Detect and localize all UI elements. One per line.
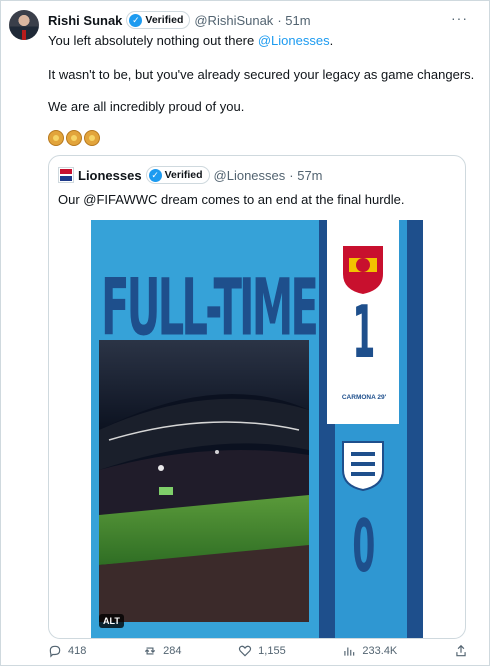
lion-emoji-icon [48, 130, 64, 146]
quoted-author-name[interactable]: Lionesses [78, 168, 142, 183]
quoted-tweet[interactable]: Lionesses ✓ Verified @Lionesses · 57m Ou… [48, 155, 466, 639]
scorer-label: CARMONA 29' [341, 394, 387, 401]
like-count: 1,155 [258, 645, 286, 657]
share-button[interactable] [454, 644, 468, 658]
alt-text-button[interactable]: ALT [99, 614, 124, 628]
verified-check-icon: ✓ [129, 13, 143, 27]
tweet-header: Rishi Sunak ✓ Verified @RishiSunak · 51m [48, 11, 460, 29]
england-score: 0 [352, 505, 376, 589]
reply-count: 418 [68, 645, 87, 657]
quoted-author-handle[interactable]: @Lionesses [214, 168, 286, 183]
like-button[interactable]: 1,155 [238, 644, 286, 658]
quoted-tweet-text: Our @FIFAWWC dream comes to an end at th… [58, 192, 405, 207]
lionesses-logo-icon[interactable] [58, 167, 74, 183]
repost-count: 284 [163, 645, 182, 657]
lion-emojis [48, 130, 100, 146]
author-name[interactable]: Rishi Sunak [48, 13, 122, 28]
england-crest-icon [342, 441, 384, 492]
spain-score: 1 [352, 291, 376, 375]
stadium-illustration [99, 340, 309, 622]
tweet-text-suffix: . [329, 33, 334, 48]
quoted-verified-badge[interactable]: ✓ Verified [145, 166, 210, 184]
author-handle[interactable]: @RishiSunak [194, 13, 273, 28]
heart-icon [239, 645, 252, 657]
reply-button[interactable]: 418 [48, 644, 86, 658]
views-icon [344, 647, 355, 656]
views-button[interactable]: 233.4K [342, 644, 397, 658]
quoted-tweet-header: Lionesses ✓ Verified @Lionesses · 57m [58, 166, 323, 184]
spain-crest-icon [343, 246, 383, 294]
lion-emoji-icon [84, 130, 100, 146]
author-avatar[interactable] [9, 10, 39, 40]
more-options-icon[interactable]: ··· [451, 10, 468, 26]
tweet-text: You left absolutely nothing out there [48, 33, 258, 48]
repost-icon [144, 647, 156, 655]
reply-icon [49, 645, 61, 658]
tweet-actions: 418 284 1,155 233.4K [48, 644, 468, 658]
tweet-line-1: You left absolutely nothing out there @L… [48, 33, 333, 49]
tweet-line-2: It wasn't to be, but you've already secu… [48, 67, 475, 82]
tweet-time[interactable]: · 51m [277, 13, 310, 28]
verified-label: Verified [145, 14, 184, 26]
graphic-edge [407, 220, 423, 638]
fulltime-graphic[interactable]: FULL-TIME 1 CARMONA 29' 0 ALT [91, 220, 423, 638]
verified-check-icon: ✓ [148, 168, 162, 182]
verified-badge[interactable]: ✓ Verified [126, 11, 191, 29]
verified-label: Verified [164, 169, 203, 181]
mention-link[interactable]: @Lionesses [258, 33, 330, 48]
quoted-tweet-time[interactable]: · 57m [289, 168, 322, 183]
share-icon [456, 644, 466, 657]
tweet-line-3: We are all incredibly proud of you. [48, 99, 245, 114]
stadium-photo [99, 340, 309, 622]
repost-button[interactable]: 284 [143, 644, 181, 658]
lion-emoji-icon [66, 130, 82, 146]
views-count: 233.4K [362, 645, 398, 657]
